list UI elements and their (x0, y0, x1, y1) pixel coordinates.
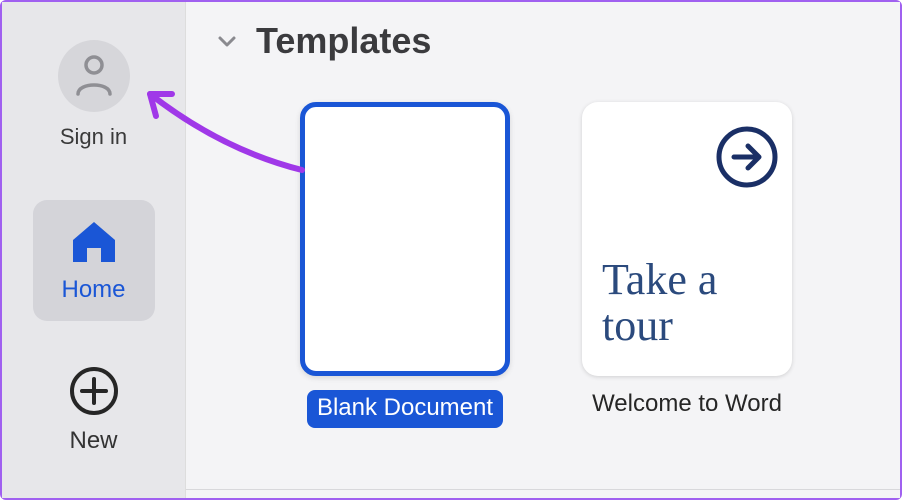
main-area: Templates Blank Document Take a tour (186, 2, 900, 498)
template-welcome-to-word[interactable]: Take a tour Welcome to Word (582, 102, 792, 428)
chevron-down-icon (216, 30, 238, 52)
sidebar-item-label: New (69, 427, 117, 455)
template-blank-document[interactable]: Blank Document (300, 102, 510, 428)
signin-label: Sign in (60, 124, 127, 150)
home-icon (69, 218, 119, 266)
template-thumbnail (300, 102, 510, 376)
signin-button[interactable]: Sign in (58, 40, 130, 150)
divider (186, 489, 900, 490)
sidebar-item-new[interactable]: New (33, 349, 155, 470)
tour-text: Take a tour (602, 257, 772, 349)
template-label: Blank Document (307, 390, 503, 428)
avatar (58, 40, 130, 112)
arrow-right-circle-icon (712, 122, 782, 197)
app-root: Sign in Home New Templates (2, 2, 900, 498)
template-label: Welcome to Word (592, 390, 782, 418)
sidebar: Sign in Home New (2, 2, 186, 498)
templates-row: Blank Document Take a tour Welcome to Wo… (216, 102, 870, 428)
sidebar-item-label: Home (61, 276, 125, 304)
section-title: Templates (256, 20, 431, 62)
plus-circle-icon (68, 365, 120, 417)
template-thumbnail: Take a tour (582, 102, 792, 376)
person-icon (74, 54, 114, 98)
templates-header[interactable]: Templates (216, 20, 870, 62)
sidebar-item-home[interactable]: Home (33, 200, 155, 321)
